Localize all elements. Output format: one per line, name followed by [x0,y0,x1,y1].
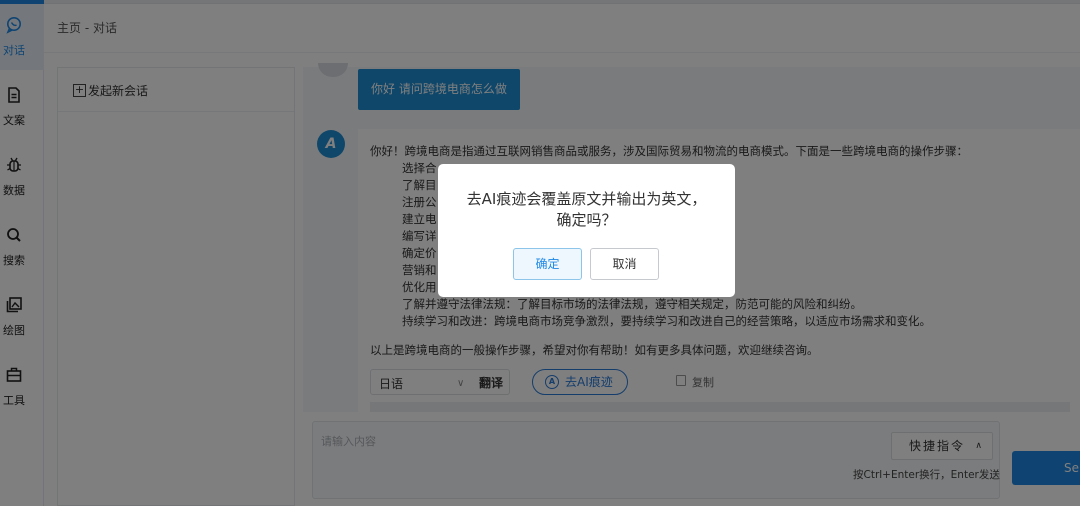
cancel-button[interactable]: 取消 [590,248,659,280]
dialog-message-line: 去AI痕迹会覆盖原文并输出为英文， [466,190,707,208]
dialog-message-line: 确定吗？ [556,211,617,229]
dialog-message: 去AI痕迹会覆盖原文并输出为英文， 确定吗？ [438,189,735,231]
confirm-dialog: 去AI痕迹会覆盖原文并输出为英文， 确定吗？ 确定 取消 [438,164,735,297]
confirm-button[interactable]: 确定 [513,248,582,280]
